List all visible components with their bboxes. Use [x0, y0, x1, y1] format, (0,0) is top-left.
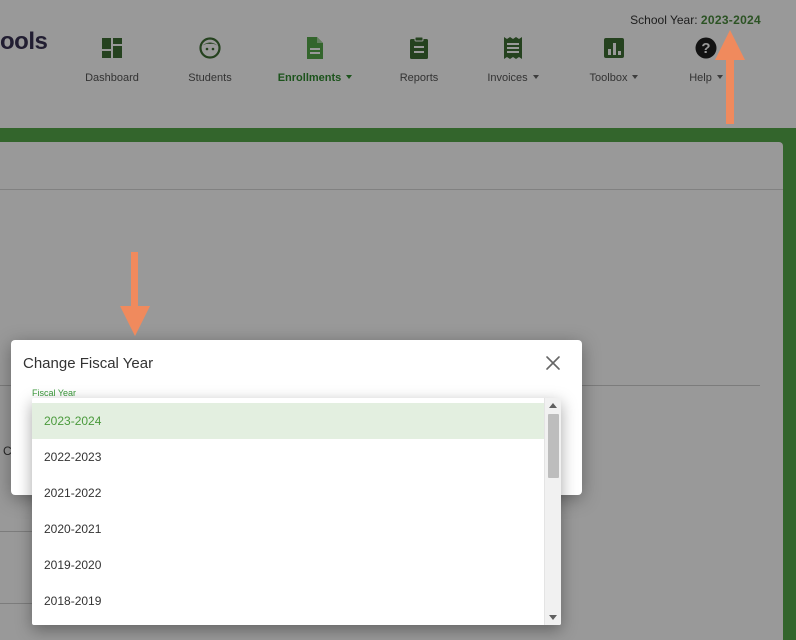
close-icon[interactable]	[544, 354, 562, 372]
fiscal-year-option[interactable]: 2018-2019	[32, 583, 544, 619]
fiscal-year-option[interactable]: 2020-2021	[32, 511, 544, 547]
fiscal-year-option[interactable]: 2022-2023	[32, 439, 544, 475]
scroll-down-arrow-icon[interactable]	[549, 615, 557, 620]
scroll-up-arrow-icon[interactable]	[549, 403, 557, 408]
dropdown-scrollbar[interactable]	[544, 398, 561, 625]
annotation-arrow-down-icon	[120, 252, 150, 336]
fiscal-year-field-label: Fiscal Year	[32, 388, 77, 398]
fiscal-year-option[interactable]: 2023-2024	[32, 403, 544, 439]
scrollbar-thumb[interactable]	[548, 414, 559, 478]
fiscal-year-option[interactable]: 2021-2022	[32, 475, 544, 511]
fiscal-year-dropdown[interactable]: 2023-2024 2022-2023 2021-2022 2020-2021 …	[32, 398, 561, 625]
annotation-arrow-up-icon	[715, 30, 745, 124]
fiscal-year-option[interactable]: 2019-2020	[32, 547, 544, 583]
dialog-title: Change Fiscal Year	[23, 355, 154, 372]
